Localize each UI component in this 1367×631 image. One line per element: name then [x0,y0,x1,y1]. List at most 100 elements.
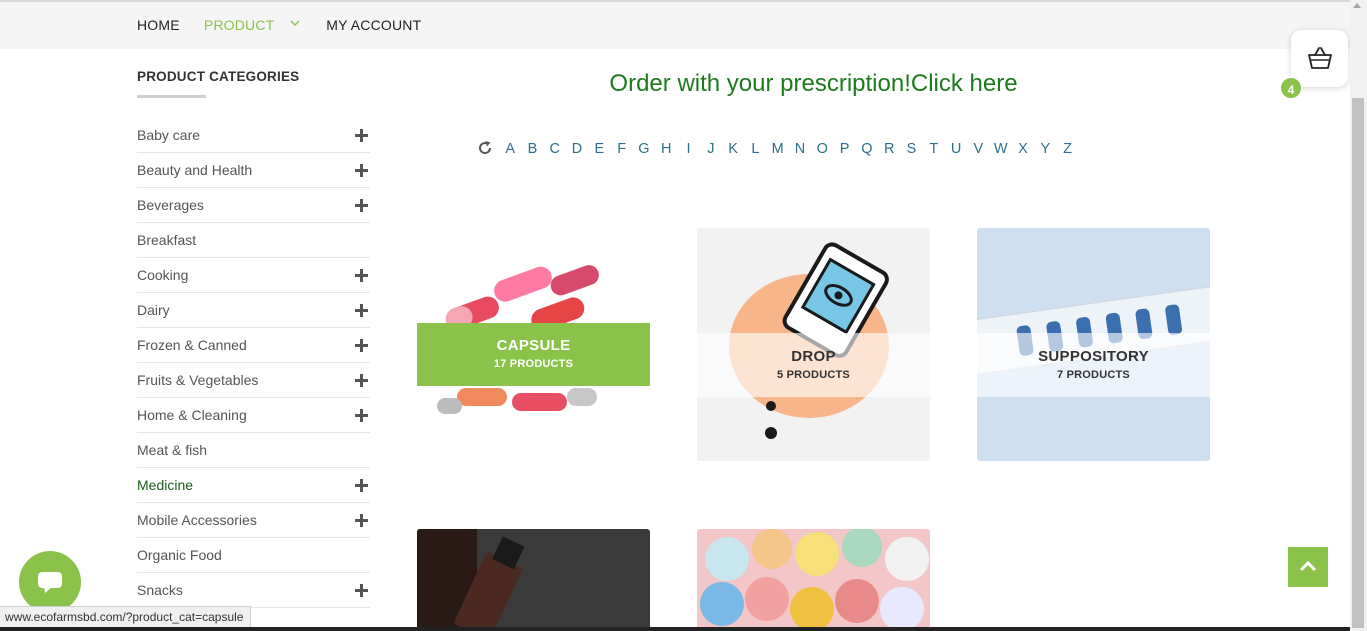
alphabet-letter-e[interactable]: E [588,141,610,157]
alphabet-letter-l[interactable]: L [744,141,766,157]
sidebar-item-label: Baby care [137,127,201,143]
plus-icon[interactable] [355,338,368,352]
alphabet-letter-q[interactable]: Q [856,141,878,157]
prescription-link[interactable]: Order with your prescription!Click here [417,70,1210,98]
scroll-up-arrow[interactable] [1353,3,1361,8]
alphabet-letter-f[interactable]: F [610,141,632,157]
cart-button[interactable] [1291,30,1348,87]
product-tile-capsule[interactable]: CAPSULE 17 PRODUCTS [417,228,650,461]
sidebar-item-mobile-accessories[interactable]: Mobile Accessories [137,503,370,538]
window-bottom-edge [0,627,1350,631]
alphabet-letter-a[interactable]: A [499,141,521,157]
alphabet-letter-w[interactable]: W [990,141,1012,157]
chevron-down-icon [290,20,300,26]
nav-my-account[interactable]: MY ACCOUNT [326,17,421,33]
alphabet-letter-s[interactable]: S [900,141,922,157]
product-tile-tablet[interactable] [697,529,930,631]
plus-icon[interactable] [355,303,368,317]
top-nav-bar: HOME PRODUCT MY ACCOUNT [0,0,1367,49]
sidebar-item-label: Dairy [137,302,170,318]
syrup-bottle-image [417,529,650,631]
product-tile-drop[interactable]: DROP 5 PRODUCTS [697,228,930,461]
alphabet-letter-z[interactable]: Z [1056,141,1078,157]
alphabet-letter-m[interactable]: M [767,141,789,157]
alphabet-letter-y[interactable]: Y [1034,141,1056,157]
alphabet-letter-i[interactable]: I [677,141,699,157]
alphabet-letter-n[interactable]: N [789,141,811,157]
nav-home[interactable]: HOME [137,17,180,33]
sidebar-item-label: Organic Food [137,547,222,563]
sidebar-item-medicine[interactable]: Medicine [137,468,370,503]
sidebar-item-meat-fish[interactable]: Meat & fish [137,433,370,468]
alphabet-letter-u[interactable]: U [945,141,967,157]
alphabet-letter-c[interactable]: C [544,141,566,157]
product-tile-syrup[interactable] [417,529,650,631]
sidebar-item-label: Breakfast [137,232,197,248]
sidebar-item-label: Cooking [137,267,189,283]
cart-count-badge: 4 [1279,76,1303,100]
alphabet-letter-j[interactable]: J [700,141,722,157]
alphabet-letter-h[interactable]: H [655,141,677,157]
alphabet-letter-r[interactable]: R [878,141,900,157]
basket-icon [1308,47,1332,69]
alphabet-letter-o[interactable]: O [811,141,833,157]
alphabet-letter-d[interactable]: D [566,141,588,157]
refresh-icon[interactable] [477,140,493,156]
plus-icon[interactable] [355,163,368,177]
sidebar-item-beverages[interactable]: Beverages [137,188,370,223]
product-band-suppository: SUPPOSITORY 7 PRODUCTS [977,333,1210,397]
product-band-capsule: CAPSULE 17 PRODUCTS [417,323,650,386]
link-status-bar: www.ecofarmsbd.com/?product_cat=capsule [0,606,252,627]
chevron-up-icon [1299,560,1317,572]
sidebar-item-label: Frozen & Canned [137,337,247,353]
sidebar-item-label: Meat & fish [137,442,208,458]
alphabet-letter-v[interactable]: V [967,141,989,157]
sidebar-item-home-cleaning[interactable]: Home & Cleaning [137,398,370,433]
sidebar-title-underline [137,95,206,98]
alphabet-letter-t[interactable]: T [923,141,945,157]
plus-icon[interactable] [355,268,368,282]
sidebar-item-label: Snacks [137,582,183,598]
chat-bubble-icon [38,572,62,593]
back-to-top-button[interactable] [1288,547,1328,587]
sidebar-item-beauty-and-health[interactable]: Beauty and Health [137,153,370,188]
nav-product-label: PRODUCT [203,17,275,33]
alphabet-letter-g[interactable]: G [633,141,655,157]
sidebar-item-fruits-vegetables[interactable]: Fruits & Vegetables [137,363,370,398]
sidebar-item-breakfast[interactable]: Breakfast [137,223,370,258]
plus-icon[interactable] [355,198,368,212]
sidebar-item-baby-care[interactable]: Baby care [137,118,370,153]
sidebar-item-label: Beauty and Health [137,162,253,178]
sidebar-item-label: Home & Cleaning [137,407,247,423]
alphabet-filter: ABCDEFGHIJKLMNOPQRSTUVWXYZ [477,141,1079,157]
plus-icon[interactable] [355,408,368,422]
alphabet-letter-x[interactable]: X [1012,141,1034,157]
sidebar-item-snacks[interactable]: Snacks [137,573,370,608]
product-name: SUPPOSITORY [1038,348,1149,365]
sidebar-item-cooking[interactable]: Cooking [137,258,370,293]
sidebar-item-organic-food[interactable]: Organic Food [137,538,370,573]
sidebar-item-dairy[interactable]: Dairy [137,293,370,328]
chat-button[interactable] [19,551,81,613]
sidebar-item-label: Medicine [137,477,194,493]
plus-icon[interactable] [355,128,368,142]
alphabet-letter-k[interactable]: K [722,141,744,157]
category-list: Baby care Beauty and Health Beverages Break… [137,118,370,608]
product-name: CAPSULE [496,337,571,354]
main-nav: HOME PRODUCT MY ACCOUNT [137,17,445,33]
plus-icon[interactable] [355,478,368,492]
alphabet-letter-p[interactable]: P [833,141,855,157]
alphabet-letter-b[interactable]: B [521,141,543,157]
plus-icon[interactable] [355,513,368,527]
sidebar-item-frozen-canned[interactable]: Frozen & Canned [137,328,370,363]
plus-icon[interactable] [355,373,368,387]
sidebar-item-label: Beverages [137,197,204,213]
plus-icon[interactable] [355,583,368,597]
product-count: 7 PRODUCTS [1057,369,1130,381]
product-name: DROP [791,348,836,365]
nav-product[interactable]: PRODUCT [204,17,302,33]
product-band-drop: DROP 5 PRODUCTS [697,333,930,397]
product-tile-suppository[interactable]: SUPPOSITORY 7 PRODUCTS [977,228,1210,461]
scrollbar-thumb[interactable] [1352,98,1364,628]
product-count: 17 PRODUCTS [493,358,574,370]
